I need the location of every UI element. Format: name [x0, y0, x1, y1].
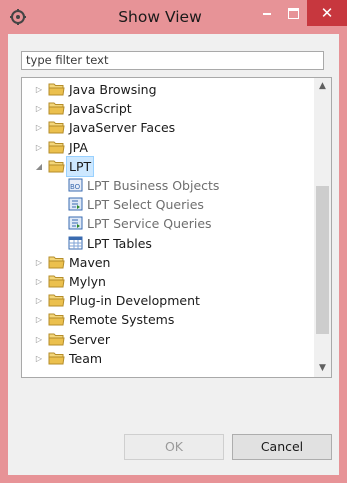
tree-child-label: LPT Service Queries	[87, 216, 212, 231]
folder-icon	[48, 351, 65, 365]
expand-arrow-icon[interactable]: ▷	[34, 310, 44, 329]
tree-item[interactable]: ▷ Mylyn	[34, 272, 304, 291]
tree-item-label: Mylyn	[69, 274, 106, 289]
expand-arrow-icon[interactable]: ▷	[34, 118, 44, 137]
tree-item[interactable]: ▷ JavaServer Faces	[34, 118, 304, 137]
folder-icon	[48, 332, 65, 346]
scroll-up-icon[interactable]: ▲	[314, 78, 331, 95]
tree-item-label: LPT	[65, 156, 95, 177]
expand-arrow-icon[interactable]: ▷	[34, 272, 44, 291]
minimize-icon	[263, 13, 271, 15]
tree-item-label: Java Browsing	[69, 82, 157, 97]
tree-child-item[interactable]: LPT Select Queries	[34, 195, 304, 214]
tree-item-label: JPA	[69, 140, 88, 155]
minimize-button[interactable]	[254, 0, 280, 26]
folder-icon	[48, 140, 65, 154]
tree-item[interactable]: ▷ Maven	[34, 253, 304, 272]
folder-icon	[48, 274, 65, 288]
expand-arrow-icon[interactable]: ▷	[34, 330, 44, 349]
tree-item-label: Server	[69, 332, 110, 347]
tree-item[interactable]: ▷ Plug-in Development	[34, 291, 304, 310]
tree-item[interactable]: ▷ Java Browsing	[34, 80, 304, 99]
expand-arrow-icon[interactable]: ▷	[34, 253, 44, 272]
vertical-scrollbar[interactable]: ▲ ▼	[314, 78, 331, 377]
tree-child-label: LPT Business Objects	[87, 178, 220, 193]
maximize-icon	[288, 8, 299, 19]
query-icon	[67, 216, 84, 230]
eclipse-icon	[10, 9, 26, 25]
table-icon	[67, 236, 84, 250]
folder-icon	[48, 312, 65, 326]
tree-item[interactable]: ◢ LPT	[34, 156, 304, 177]
business-objects-icon: BO	[67, 178, 84, 192]
expand-arrow-icon[interactable]: ▷	[34, 349, 44, 368]
tree-item-label: Plug-in Development	[69, 293, 200, 308]
tree-child-label: LPT Select Queries	[87, 197, 204, 212]
expand-arrow-icon[interactable]: ▷	[34, 138, 44, 157]
tree-item[interactable]: ▷ Server	[34, 330, 304, 349]
folder-icon	[48, 293, 65, 307]
tree-item[interactable]: ▷ JavaScript	[34, 99, 304, 118]
tree-item-label: Remote Systems	[69, 312, 175, 327]
view-tree[interactable]: ▲ ▼ ▷ Java Browsing ▷ JavaScript ▷ JavaServer…	[21, 77, 332, 378]
tree-item[interactable]: ▷ Team	[34, 349, 304, 368]
folder-icon	[48, 120, 65, 134]
svg-text:BO: BO	[70, 183, 81, 191]
query-icon	[67, 197, 84, 211]
scroll-down-icon[interactable]: ▼	[314, 360, 331, 377]
expand-arrow-icon[interactable]: ▷	[34, 80, 44, 99]
tree-item[interactable]: ▷ JPA	[34, 138, 304, 157]
tree-item-label: Team	[69, 351, 103, 366]
window-title: Show View	[118, 8, 202, 26]
expand-arrow-icon[interactable]: ▷	[34, 99, 44, 118]
tree-child-item[interactable]: BO LPT Business Objects	[34, 176, 304, 195]
tree-child-label: LPT Tables	[87, 236, 152, 251]
close-icon: ✕	[320, 4, 334, 22]
folder-icon	[48, 255, 65, 269]
folder-icon	[48, 82, 65, 96]
cancel-button[interactable]: Cancel	[232, 434, 332, 460]
folder-icon	[48, 101, 65, 115]
filter-input[interactable]: type filter text	[21, 51, 324, 70]
folder-icon	[48, 159, 65, 173]
collapse-arrow-icon[interactable]: ◢	[34, 157, 44, 176]
tree-item-label: JavaScript	[69, 101, 132, 116]
tree-item-label: JavaServer Faces	[69, 120, 176, 135]
expand-arrow-icon[interactable]: ▷	[34, 291, 44, 310]
tree-child-item[interactable]: LPT Tables	[34, 234, 304, 253]
maximize-button[interactable]	[280, 0, 306, 26]
tree-child-item[interactable]: LPT Service Queries	[34, 214, 304, 233]
tree-item-label: Maven	[69, 255, 111, 270]
ok-button[interactable]: OK	[124, 434, 224, 460]
close-button[interactable]: ✕	[307, 0, 347, 26]
scrollbar-thumb[interactable]	[316, 186, 329, 334]
tree-item[interactable]: ▷ Remote Systems	[34, 310, 304, 329]
title-bar: Show View ✕	[0, 0, 347, 34]
